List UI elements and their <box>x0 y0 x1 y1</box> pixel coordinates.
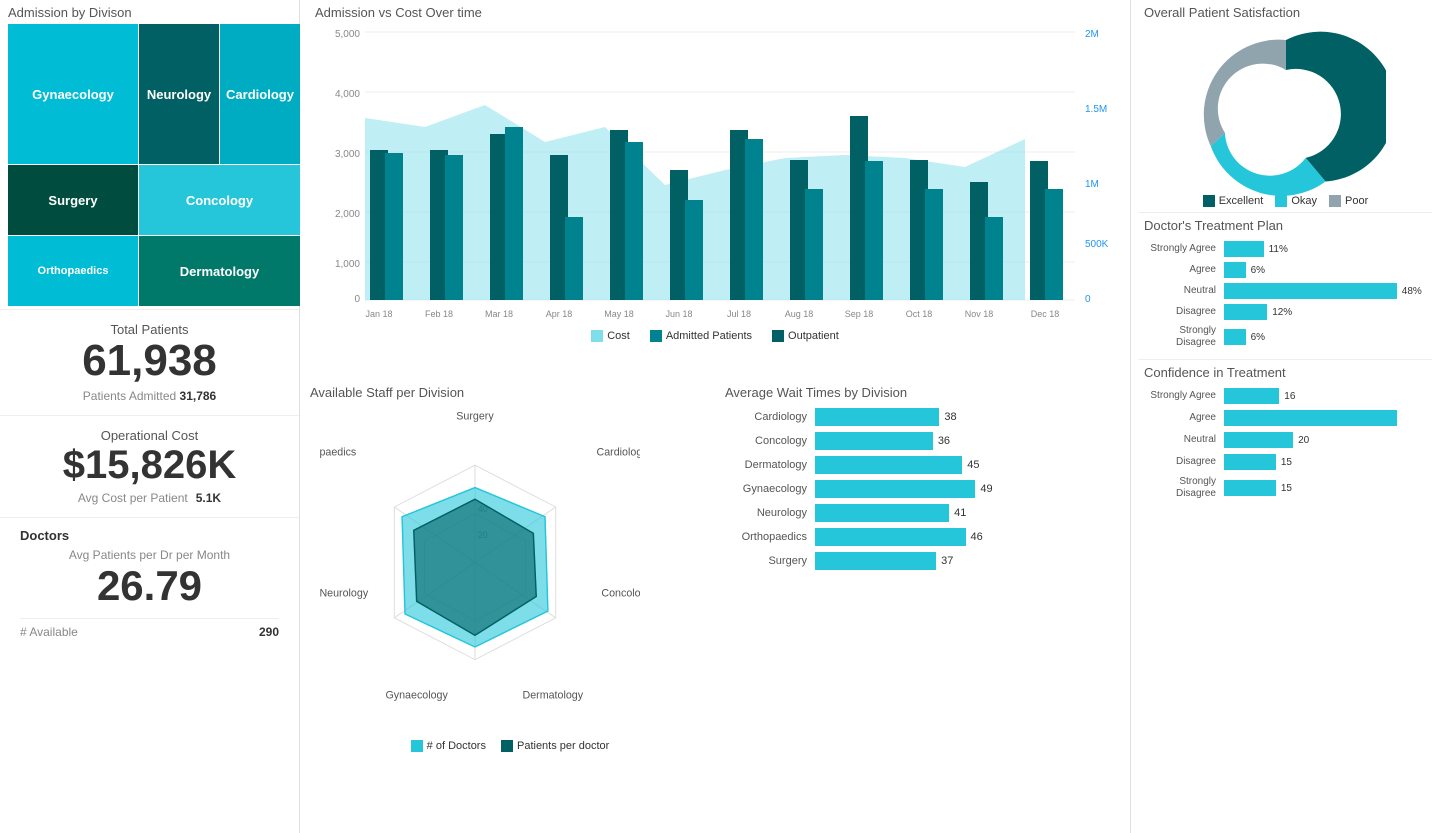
wait-time-row: Dermatology 45 <box>725 456 1115 474</box>
legend-admitted: Admitted Patients <box>650 330 752 342</box>
staff-radar-title: Available Staff per Division <box>310 385 710 400</box>
avg-cost-label: Avg Cost per Patient <box>78 491 188 505</box>
legend-outpatient: Outpatient <box>772 330 839 342</box>
svg-text:23%: 23% <box>1252 156 1274 168</box>
svg-text:500K: 500K <box>1085 239 1109 250</box>
radar-legend-doctors: # of Doctors <box>411 740 486 752</box>
op-cost-value: $15,826K <box>20 443 279 487</box>
treemap-neurology[interactable]: Neurology <box>139 24 219 164</box>
total-patients-value: 61,938 <box>20 337 279 385</box>
svg-text:2M: 2M <box>1085 29 1099 40</box>
available-value: 290 <box>259 625 279 639</box>
treemap-gynaecology[interactable]: Gynaecology <box>8 24 138 164</box>
svg-text:Nov 18: Nov 18 <box>965 309 994 319</box>
confidence-bar-row: Strongly Agree 16 <box>1144 388 1427 404</box>
satisfaction-excellent-legend: Excellent <box>1203 195 1264 207</box>
svg-text:5,000: 5,000 <box>335 29 360 40</box>
wait-times-title: Average Wait Times by Division <box>725 385 1115 400</box>
wait-time-row: Concology 36 <box>725 432 1115 450</box>
svg-text:Apr 18: Apr 18 <box>546 309 573 319</box>
treemap-dermatology[interactable]: Dermatology <box>139 236 300 306</box>
svg-text:2,000: 2,000 <box>335 209 360 220</box>
satisfaction-okay-legend: Okay <box>1275 195 1317 207</box>
svg-text:3,000: 3,000 <box>335 149 360 160</box>
avg-patients-value: 26.79 <box>20 562 279 610</box>
svg-text:May 18: May 18 <box>604 309 634 319</box>
confidence-bar-row: Strongly Disagree 15 <box>1144 476 1427 500</box>
svg-text:23%: 23% <box>1234 88 1256 100</box>
svg-text:Dermatology: Dermatology <box>522 690 583 702</box>
doctors-section-label: Doctors <box>20 528 279 543</box>
svg-text:Concolo...: Concolo... <box>601 587 640 599</box>
treatment-bar-row: Strongly Agree 11% <box>1144 241 1427 257</box>
wait-time-row: Surgery 37 <box>725 552 1115 570</box>
treatment-bar-row: Neutral 48% <box>1144 283 1427 299</box>
treatment-bar-row: Agree 6% <box>1144 262 1427 278</box>
avg-patients-label: Avg Patients per Dr per Month <box>20 548 279 562</box>
svg-text:Feb 18: Feb 18 <box>425 309 453 319</box>
treatment-plan-chart: Strongly Agree 11% Agree 6% Neutral 48% … <box>1144 241 1427 349</box>
svg-text:1,000: 1,000 <box>335 259 360 270</box>
svg-text:1M: 1M <box>1085 179 1099 190</box>
treatment-plan-title: Doctor's Treatment Plan <box>1144 218 1427 233</box>
wait-times-chart: Cardiology 38 Concology 36 Dermatology 4… <box>725 408 1115 570</box>
adm-cost-title: Admission vs Cost Over time <box>315 5 1115 20</box>
op-cost-label: Operational Cost <box>20 428 279 443</box>
svg-text:paedics: paedics <box>319 446 356 458</box>
svg-text:Sep 18: Sep 18 <box>845 309 874 319</box>
svg-text:0: 0 <box>354 294 360 305</box>
svg-text:4,000: 4,000 <box>335 89 360 100</box>
svg-text:Surgery: Surgery <box>456 411 494 423</box>
svg-text:1.5M: 1.5M <box>1085 104 1107 115</box>
confidence-title: Confidence in Treatment <box>1144 365 1427 380</box>
confidence-chart: Strongly Agree 16 Agree Neutral 20 Disag… <box>1144 388 1427 500</box>
avg-cost-value: 5.1K <box>196 491 221 505</box>
svg-text:Jun 18: Jun 18 <box>665 309 692 319</box>
svg-text:Mar 18: Mar 18 <box>485 309 513 319</box>
total-patients-label: Total Patients <box>20 322 279 337</box>
treemap-title: Admission by Divison <box>8 5 291 20</box>
wait-time-row: Neurology 41 <box>725 504 1115 522</box>
wait-time-row: Cardiology 38 <box>725 408 1115 426</box>
confidence-bar-row: Disagree 15 <box>1144 454 1427 470</box>
satisfaction-poor-legend: Poor <box>1329 195 1368 207</box>
treatment-bar-row: Disagree 12% <box>1144 304 1427 320</box>
treemap-surgery[interactable]: Surgery <box>8 165 138 235</box>
svg-text:Jul 18: Jul 18 <box>727 309 751 319</box>
wait-time-row: Gynaecology 49 <box>725 480 1115 498</box>
patients-admitted-row: Patients Admitted 31,786 <box>20 389 279 403</box>
svg-text:Oct 18: Oct 18 <box>906 309 933 319</box>
available-label: # Available <box>20 625 78 639</box>
confidence-bar-row: Agree <box>1144 410 1427 426</box>
svg-text:Jan 18: Jan 18 <box>365 309 392 319</box>
treemap-orthopaedics[interactable]: Orthopaedics <box>8 236 138 306</box>
treemap-cardiology[interactable]: Cardiology <box>220 24 300 164</box>
satisfaction-donut: 54% 23% 23% <box>1186 25 1386 200</box>
svg-text:Neurology: Neurology <box>319 587 368 599</box>
svg-text:Cardiology: Cardiology <box>597 446 640 458</box>
satisfaction-title: Overall Patient Satisfaction <box>1144 5 1427 20</box>
wait-time-row: Orthopaedics 46 <box>725 528 1115 546</box>
svg-text:Aug 18: Aug 18 <box>785 309 814 319</box>
adm-cost-chart: 5,000 4,000 3,000 2,000 1,000 0 2M 1.5M … <box>315 22 1115 332</box>
treatment-bar-row: Strongly Disagree 6% <box>1144 325 1427 349</box>
radar-legend-patients: Patients per doctor <box>501 740 609 752</box>
svg-text:54%: 54% <box>1289 104 1318 120</box>
svg-text:Gynaecology: Gynaecology <box>385 690 448 702</box>
treemap-concology[interactable]: Concology <box>139 165 300 235</box>
svg-text:Dec 18: Dec 18 <box>1031 309 1060 319</box>
svg-text:0: 0 <box>1085 294 1091 305</box>
confidence-bar-row: Neutral 20 <box>1144 432 1427 448</box>
staff-radar-chart: Surgery Cardiology Concolo... Dermatolog… <box>310 402 640 752</box>
legend-cost: Cost <box>591 330 630 342</box>
